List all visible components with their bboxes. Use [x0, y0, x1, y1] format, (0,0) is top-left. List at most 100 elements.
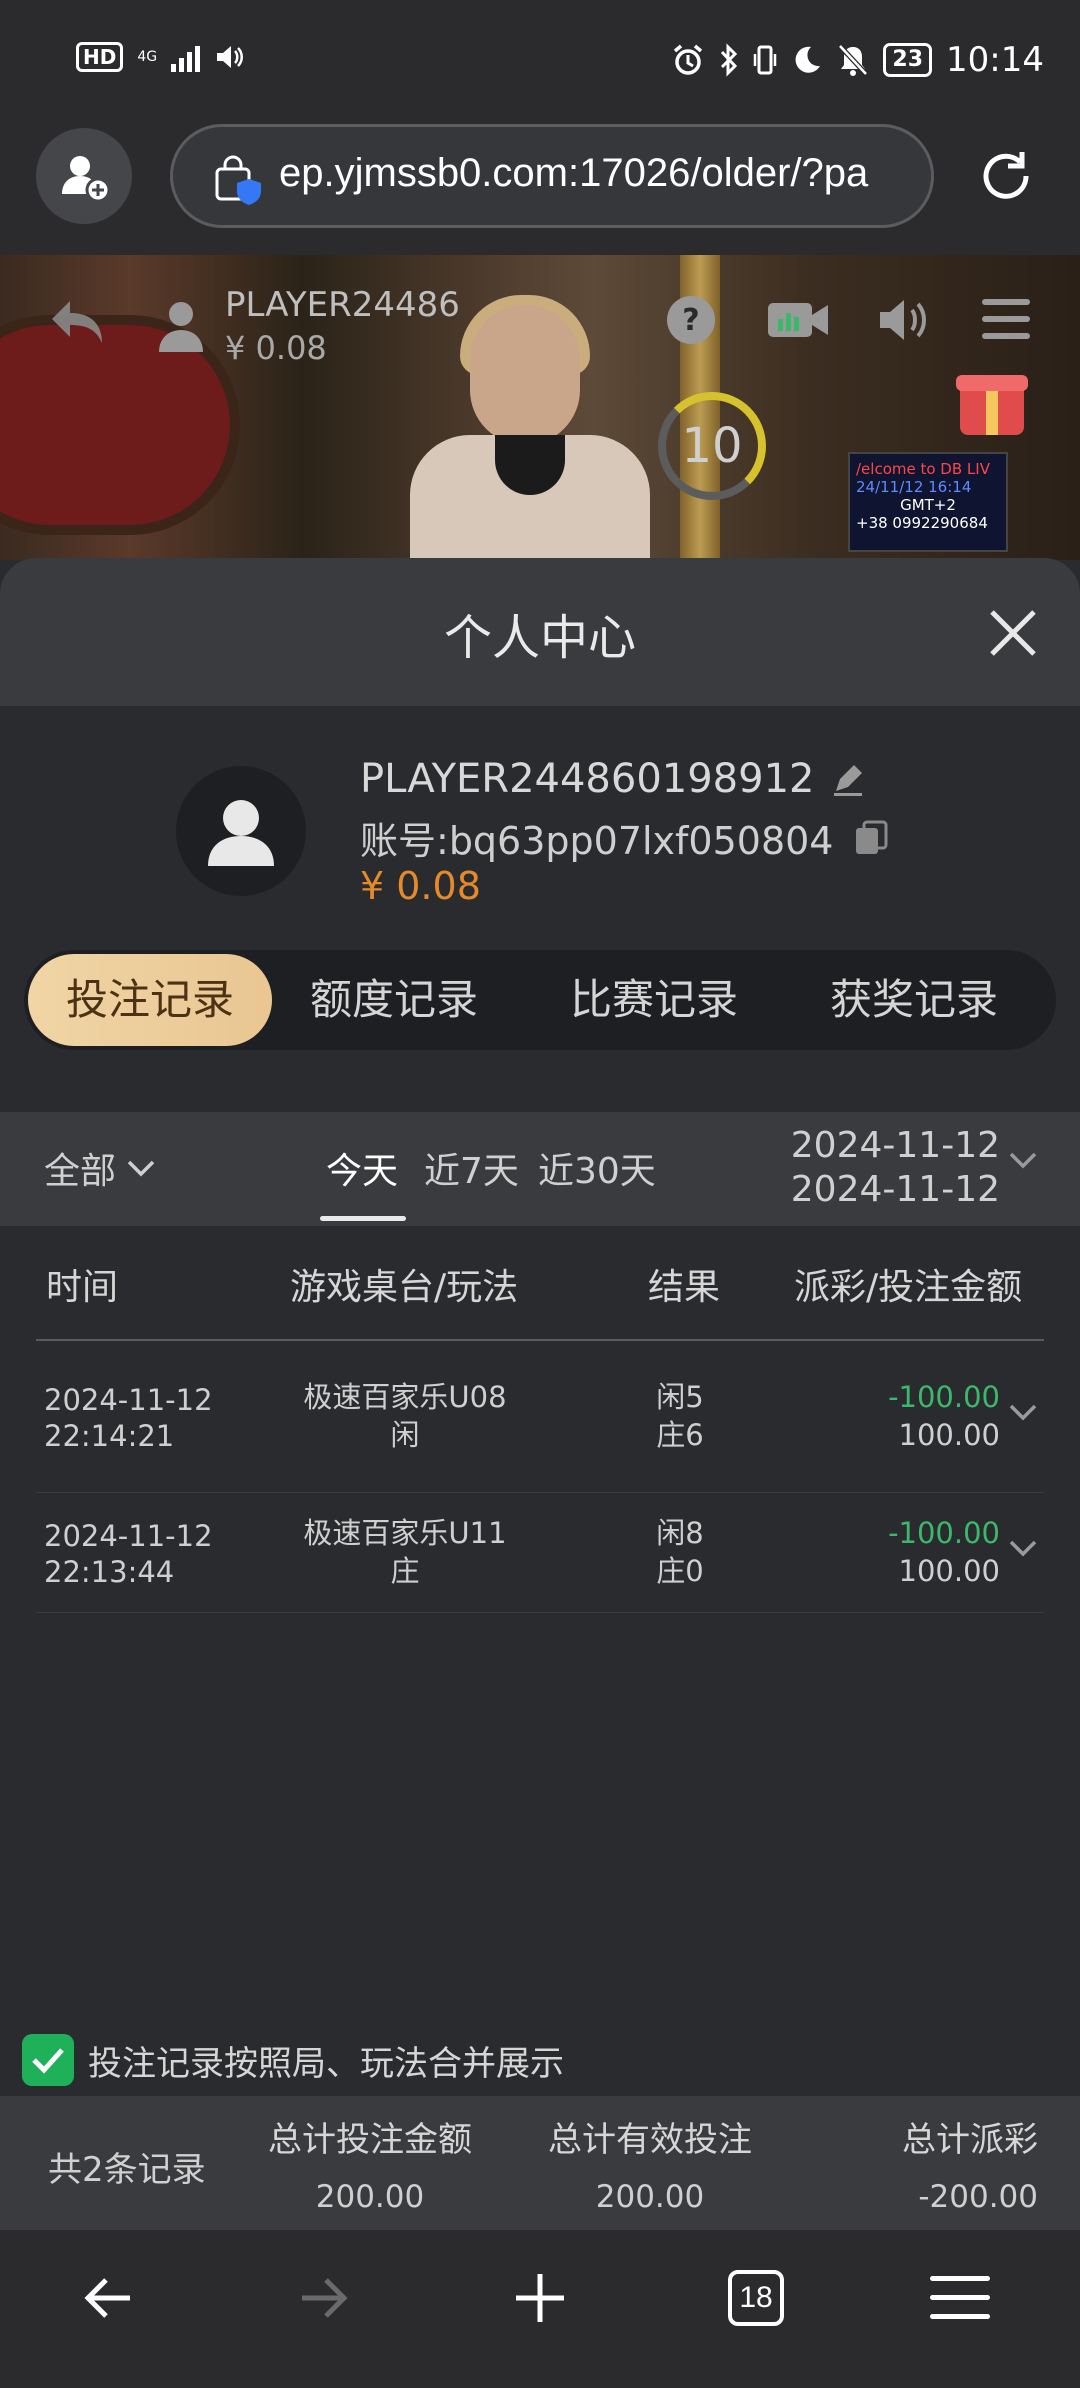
volume-icon [217, 46, 244, 68]
tabs-button[interactable]: 18 [728, 2270, 784, 2326]
address-bar[interactable]: ep.yjmssb0.com:17026/older/?pa [170, 124, 934, 228]
chevron-down-icon [127, 1160, 155, 1177]
edit-icon[interactable] [830, 761, 866, 797]
row-result-banker: 庄6 [656, 1418, 704, 1452]
profile-button[interactable] [36, 128, 132, 224]
mute-bell-icon [838, 44, 869, 76]
table-row[interactable]: 2024-11-12 22:13:44 极速百家乐U11 庄 闲8 庄0 -10… [0, 1514, 1080, 1634]
menu-icon[interactable] [982, 297, 1030, 341]
new-tab-icon[interactable] [512, 2270, 568, 2326]
chevron-down-icon[interactable] [1008, 1402, 1038, 1422]
help-icon[interactable]: ? [666, 295, 716, 345]
studio-sign-line4: +38 0992290684 [856, 514, 988, 532]
merge-label: 投注记录按照局、玩法合并展示 [88, 2043, 564, 2084]
header-result: 结果 [648, 1267, 721, 1308]
divider [36, 1612, 1044, 1613]
row-payout: -100.00 [888, 1516, 1000, 1550]
row-bet: 100.00 [898, 1554, 1000, 1588]
total-payout: 总计派彩 -200.00 [858, 2112, 1038, 2215]
active-range-indicator [320, 1216, 406, 1221]
browser-menu-icon[interactable] [930, 2270, 990, 2326]
total-valid-value: 200.00 [595, 2179, 705, 2215]
site-security-icon[interactable] [213, 153, 265, 209]
back-arrow-icon[interactable] [80, 2270, 136, 2326]
totals-bar: 共2条记录 总计投注金额 200.00 总计有效投注 200.00 总计派彩 -… [0, 2096, 1080, 2230]
reload-icon[interactable] [976, 146, 1036, 206]
battery-indicator: 23 [883, 43, 933, 77]
clock: 10:14 [946, 40, 1044, 80]
row-payout: -100.00 [888, 1380, 1000, 1414]
date-range-picker[interactable]: 2024-11-12 2024-11-12 [776, 1124, 1000, 1212]
date-from: 2024-11-12 [790, 1125, 1000, 1166]
studio-sign: /elcome to DB LIV 24/11/12 16:14 GMT+2 +… [848, 452, 1008, 552]
sheet-title: 个人中心 [443, 610, 636, 666]
profile-name: PLAYER244860198912 [360, 756, 815, 802]
chevron-down-icon[interactable] [1008, 1538, 1038, 1558]
range-30days[interactable]: 近30天 [538, 1142, 656, 1194]
range-today[interactable]: 今天 [326, 1142, 398, 1194]
record-tabs: 投注记录 额度记录 比赛记录 获奖记录 [24, 950, 1056, 1050]
tab-credit-records[interactable]: 额度记录 [310, 950, 478, 1050]
range-7days[interactable]: 近7天 [424, 1142, 519, 1194]
row-result-player: 闲5 [656, 1380, 704, 1414]
browser-bottom-nav: 18 [0, 2230, 1080, 2388]
gift-icon[interactable] [956, 375, 1028, 435]
moon-icon [795, 46, 821, 73]
tab-bet-records[interactable]: 投注记录 [28, 954, 272, 1046]
video-player-name: PLAYER24486 [225, 285, 460, 325]
row-result-player: 闲8 [656, 1516, 704, 1550]
merge-option[interactable]: 投注记录按照局、玩法合并展示 [22, 2034, 564, 2086]
personal-center-sheet: 个人中心 PLAYER244860198912 账号:bq63pp07lxf05… [0, 558, 1080, 2230]
video-player-info: PLAYER24486 ¥ 0.08 [155, 285, 460, 367]
divider [36, 1492, 1044, 1493]
total-valid-label: 总计有效投注 [548, 2120, 752, 2160]
svg-text:?: ? [682, 303, 699, 338]
url-text: ep.yjmssb0.com:17026/older/?pa [279, 151, 869, 195]
hd-indicator: HD [76, 42, 124, 72]
row-play: 庄 [390, 1554, 420, 1588]
video-camera-icon[interactable] [766, 299, 830, 341]
studio-sign-line3: GMT+2 [900, 496, 956, 514]
vibrate-icon [754, 45, 777, 75]
header-time: 时间 [46, 1267, 119, 1308]
type-filter-value: 全部 [44, 1151, 117, 1192]
record-count: 共2条记录 [48, 2150, 206, 2190]
user-icon [208, 800, 274, 866]
header-game: 游戏桌台/玩法 [290, 1267, 519, 1308]
total-payout-value: -200.00 [918, 2179, 1038, 2215]
profile-name-row: PLAYER244860198912 [360, 756, 866, 802]
studio-sign-line2: 24/11/12 16:14 [856, 478, 972, 496]
status-bar: HD 4G 23 10:14 [0, 0, 1080, 120]
merge-checkbox[interactable] [22, 2034, 74, 2086]
table-row[interactable]: 2024-11-12 22:14:21 极速百家乐U08 闲 闲5 庄6 -10… [0, 1378, 1080, 1498]
total-valid-bet: 总计有效投注 200.00 [542, 2112, 758, 2215]
back-icon[interactable] [46, 295, 106, 349]
live-video: PLAYER24486 ¥ 0.08 ? 10 /elcome to DB LI… [0, 255, 1080, 560]
account-row: 账号:bq63pp07lxf050804 [360, 810, 888, 865]
avatar [176, 766, 306, 896]
date-to: 2024-11-12 [790, 1169, 1000, 1210]
sheet-header: 个人中心 [0, 558, 1080, 706]
row-time: 22:14:21 [44, 1419, 175, 1453]
alarm-icon [674, 44, 703, 75]
network-type: 4G [137, 49, 158, 65]
row-bet: 100.00 [898, 1418, 1000, 1452]
tab-match-records[interactable]: 比赛记录 [570, 950, 738, 1050]
signal-icon [171, 42, 201, 72]
total-bet-value: 200.00 [315, 2179, 425, 2215]
forward-arrow-icon [302, 2278, 348, 2318]
row-game: 极速百家乐U08 [303, 1380, 507, 1414]
tab-prize-records[interactable]: 获奖记录 [830, 950, 998, 1050]
bluetooth-icon [721, 43, 738, 77]
header-payout: 派彩/投注金额 [794, 1267, 1023, 1308]
total-bet-label: 总计投注金额 [268, 2120, 472, 2160]
sound-icon[interactable] [876, 295, 932, 345]
copy-icon[interactable] [854, 820, 888, 856]
row-result-banker: 庄0 [656, 1554, 704, 1588]
profile-balance: ¥ 0.08 [360, 864, 481, 908]
records-table-header: 时间 游戏桌台/玩法 结果 派彩/投注金额 [0, 1258, 1080, 1328]
chevron-down-icon[interactable] [1008, 1150, 1038, 1170]
type-filter-dropdown[interactable]: 全部 [44, 1142, 156, 1194]
close-icon[interactable] [986, 606, 1040, 660]
row-game: 极速百家乐U11 [303, 1516, 507, 1550]
